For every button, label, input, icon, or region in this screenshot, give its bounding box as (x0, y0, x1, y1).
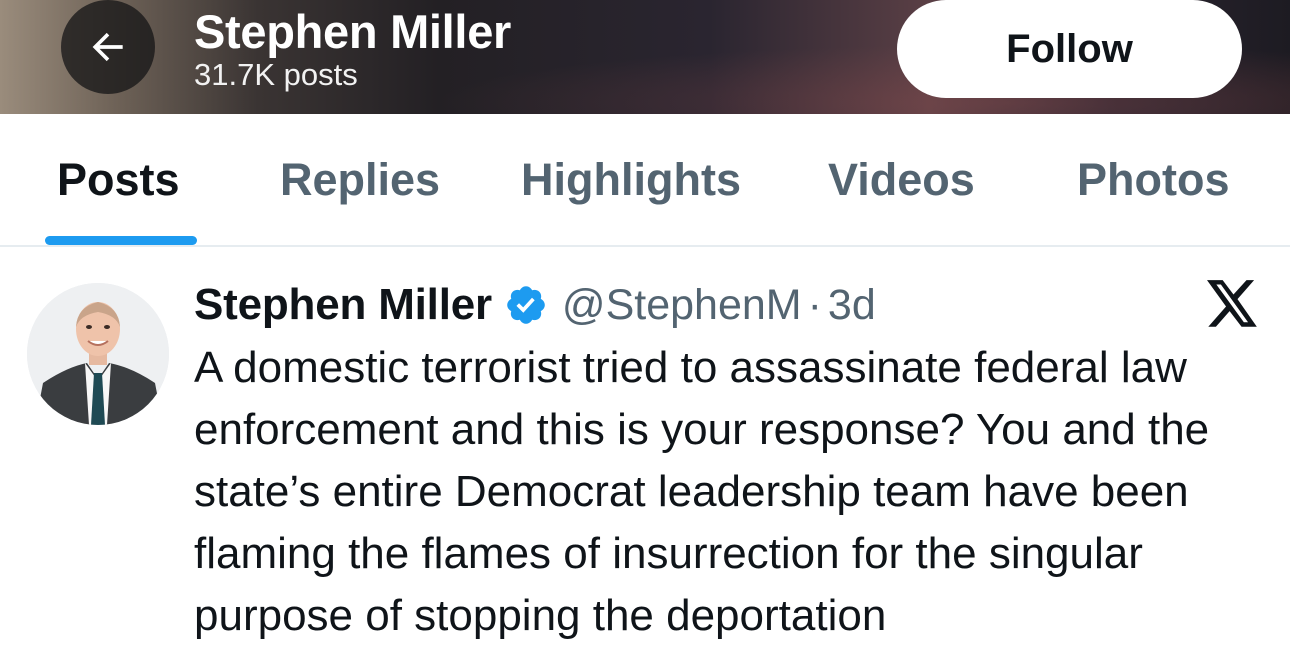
avatar-portrait (27, 283, 169, 425)
avatar[interactable] (27, 283, 169, 425)
profile-name: Stephen Miller (194, 5, 512, 58)
post-header: Stephen Miller @StephenM · 3d (194, 277, 876, 333)
post-time[interactable]: 3d (828, 281, 876, 330)
back-button[interactable] (61, 0, 155, 94)
separator-dot: · (807, 280, 822, 329)
profile-header: Stephen Miller 31.7K posts Follow (0, 0, 1290, 114)
tab-videos[interactable]: Videos (828, 154, 975, 206)
follow-button[interactable]: Follow (897, 0, 1242, 98)
profile-tabs: Posts Replies Highlights Videos Photos (0, 114, 1290, 247)
active-tab-indicator (45, 236, 197, 245)
tab-replies[interactable]: Replies (280, 154, 440, 206)
tab-highlights[interactable]: Highlights (521, 154, 741, 206)
posts-count: 31.7K posts (194, 57, 358, 92)
x-logo-icon (1207, 280, 1257, 327)
post[interactable]: Stephen Miller @StephenM · 3d A domestic… (0, 247, 1290, 650)
author-handle[interactable]: @StephenM (562, 281, 802, 330)
tab-photos[interactable]: Photos (1077, 154, 1230, 206)
author-name[interactable]: Stephen Miller (194, 280, 492, 330)
tab-posts[interactable]: Posts (57, 154, 180, 206)
arrow-left-icon (92, 32, 123, 62)
verified-badge-icon (507, 286, 545, 324)
post-text: A domestic terrorist tried to assassinat… (194, 343, 1210, 640)
